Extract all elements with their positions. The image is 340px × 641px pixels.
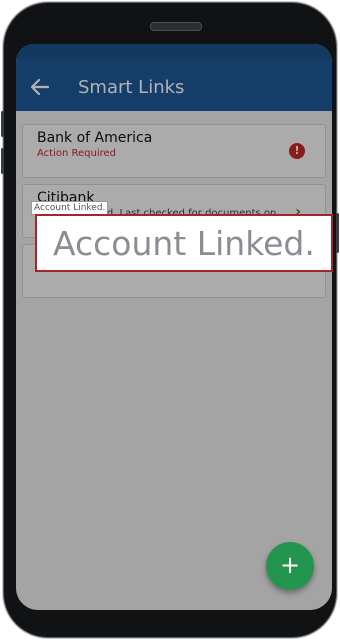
tooltip-magnified-text: Account Linked. [53,224,315,263]
screen: Smart Links Bank of America Action Requi… [16,44,332,610]
tooltip-magnified: Account Linked. [35,214,333,272]
dim-overlay [16,44,332,610]
volume-down-button [1,148,4,174]
volume-up-button [1,111,4,137]
earpiece-speaker [150,22,202,31]
add-link-button[interactable]: + [266,542,314,590]
power-button [336,213,339,253]
tooltip-small: Account Linked. [31,201,109,215]
phone-frame: Smart Links Bank of America Action Requi… [1,3,339,637]
